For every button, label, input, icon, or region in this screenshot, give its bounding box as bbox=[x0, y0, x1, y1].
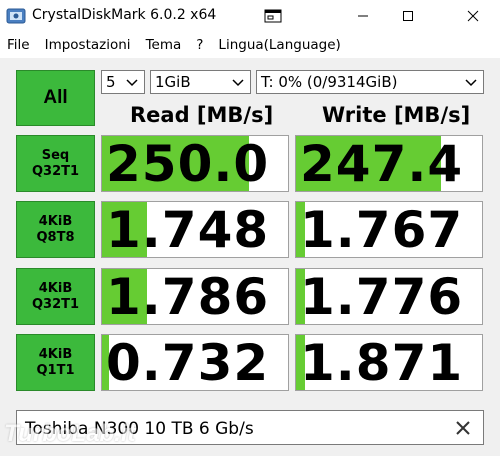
screenshot-button[interactable] bbox=[250, 0, 296, 32]
test-count-select[interactable]: 5 bbox=[101, 70, 145, 94]
menu-language[interactable]: Lingua(Language) bbox=[211, 34, 348, 56]
close-icon bbox=[467, 10, 479, 22]
write-result-value: 247.4 bbox=[300, 135, 464, 192]
test-button-line2: Q8T8 bbox=[36, 229, 75, 245]
write-result-value: 1.767 bbox=[300, 201, 464, 258]
test-button-line1: 4KiB bbox=[38, 346, 73, 362]
maximize-icon bbox=[403, 11, 413, 21]
write-result: 1.871 bbox=[295, 334, 483, 391]
watermark: TurboLab.it bbox=[4, 420, 136, 447]
menu-file[interactable]: File bbox=[0, 34, 38, 56]
test-button-line2: Q32T1 bbox=[31, 296, 80, 312]
drive-select[interactable]: T: 0% (0/9314GiB) bbox=[256, 70, 484, 94]
read-result-value: 250.0 bbox=[106, 135, 270, 192]
clear-icon[interactable] bbox=[453, 418, 473, 438]
close-button[interactable] bbox=[450, 0, 496, 32]
test-button-line2: Q32T1 bbox=[31, 163, 80, 179]
test-button-4kib-q8t8[interactable]: 4KiB Q8T8 bbox=[16, 201, 95, 258]
write-header: Write [MB/s] bbox=[322, 103, 471, 127]
test-button-4kib-q32t1[interactable]: 4KiB Q32T1 bbox=[16, 268, 95, 325]
test-count-value: 5 bbox=[106, 73, 116, 91]
write-result: 1.776 bbox=[295, 268, 483, 325]
test-button-line2: Q1T1 bbox=[36, 362, 75, 378]
read-result: 0.732 bbox=[101, 334, 289, 391]
test-button-line1: 4KiB bbox=[38, 213, 73, 229]
write-result: 247.4 bbox=[295, 135, 483, 192]
menu-theme[interactable]: Tema bbox=[139, 34, 190, 56]
read-result-value: 0.732 bbox=[106, 334, 270, 391]
read-result-value: 1.786 bbox=[106, 268, 270, 325]
write-result-value: 1.776 bbox=[300, 268, 464, 325]
all-tests-button[interactable]: All bbox=[16, 70, 95, 126]
test-button-line1: 4KiB bbox=[38, 280, 73, 296]
window-title: CrystalDiskMark 6.0.2 x64 bbox=[32, 7, 217, 23]
menu-bar: File Impostazioni Tema ? Lingua(Language… bbox=[0, 34, 500, 56]
minimize-button[interactable] bbox=[340, 0, 386, 32]
test-button-4kib-q1t1[interactable]: 4KiB Q1T1 bbox=[16, 334, 95, 391]
chevron-down-icon bbox=[465, 79, 477, 87]
read-result: 250.0 bbox=[101, 135, 289, 192]
write-result: 1.767 bbox=[295, 201, 483, 258]
read-result: 1.786 bbox=[101, 268, 289, 325]
title-bar: CrystalDiskMark 6.0.2 x64 bbox=[0, 0, 500, 32]
menu-help[interactable]: ? bbox=[189, 34, 211, 56]
drive-value: T: 0% (0/9314GiB) bbox=[261, 73, 398, 91]
screenshot-icon bbox=[264, 9, 282, 23]
read-result: 1.748 bbox=[101, 201, 289, 258]
test-size-select[interactable]: 1GiB bbox=[150, 70, 251, 94]
chevron-down-icon bbox=[126, 79, 138, 87]
test-size-value: 1GiB bbox=[155, 73, 191, 91]
test-button-line1: Seq bbox=[41, 147, 70, 163]
crystaldiskmark-icon bbox=[6, 8, 26, 24]
maximize-button[interactable] bbox=[385, 0, 431, 32]
menu-settings[interactable]: Impostazioni bbox=[38, 34, 139, 56]
read-header: Read [MB/s] bbox=[130, 103, 274, 127]
write-result-value: 1.871 bbox=[300, 334, 464, 391]
chevron-down-icon bbox=[232, 79, 244, 87]
test-button-seq-q32t1[interactable]: Seq Q32T1 bbox=[16, 135, 95, 192]
minimize-icon bbox=[358, 15, 368, 17]
read-result-value: 1.748 bbox=[106, 201, 270, 258]
